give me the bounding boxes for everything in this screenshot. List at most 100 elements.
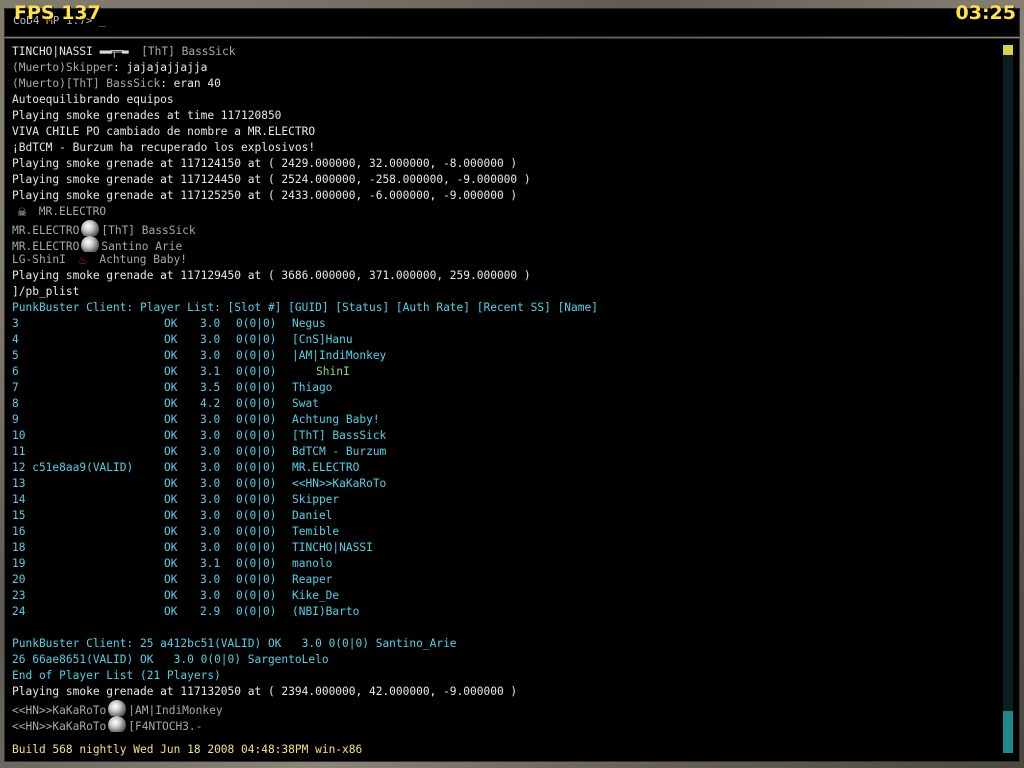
chat-line: TINCHO|NASSI ▬▬╤═▬ [ThT] BassSick [12,45,236,58]
player-name: Negus [292,317,326,330]
match-clock: 03:25 [955,2,1016,24]
player-ss: 0(0|0) [236,317,277,330]
player-ss: 0(0|0) [236,397,277,410]
player-ss: 0(0|0) [236,349,277,362]
player-row: 7 OK 3.5 0(0|0) Thiago [12,380,999,396]
player-slot: 4 [12,333,19,346]
player-status: OK [164,541,178,554]
player-slot: 16 [12,525,26,538]
log-line: Playing smoke grenades at time 117120850 [12,109,282,122]
player-status: OK [164,557,178,570]
log-line: Playing smoke grenade at 117129450 at ( … [12,269,531,282]
player-row: 8 OK 4.2 0(0|0) Swat [12,396,999,412]
player-ss: 0(0|0) [236,381,277,394]
console-scrollbar[interactable] [1003,45,1013,753]
player-slot: 24 [12,605,26,618]
player-ss: 0(0|0) [236,445,277,458]
player-row: 24 OK 2.9 0(0|0) (NBI)Barto [12,604,999,620]
player-slot: 12 c51e8aa9(VALID) [12,461,134,474]
player-name: TINCHO|NASSI [292,541,373,554]
player-rate: 3.0 [200,477,221,490]
player-status: OK [164,381,178,394]
kill-feed-line: MR.ELECTRO [ThT] BassSick [12,220,999,236]
player-slot: 19 [12,557,26,570]
player-row: 3 OK 3.0 0(0|0) Negus [12,316,999,332]
player-name: [CnS]Hanu [292,333,353,346]
player-name: BdTCM - Burzum [292,445,387,458]
player-name: [ThT] BassSick [292,429,387,442]
player-rate: 3.5 [200,381,221,394]
build-info: Build 568 nightly Wed Jun 18 2008 04:48:… [12,743,363,756]
player-slot: 5 [12,349,19,362]
rifle-icon: ▬▬╤═▬ [99,45,129,58]
player-slot: 11 [12,445,26,458]
player-rate: 3.0 [200,413,221,426]
grenade-icon [81,220,100,236]
player-ss: 0(0|0) [236,493,277,506]
player-rate: 3.0 [200,525,221,538]
player-row: 19 OK 3.1 0(0|0) manolo [12,556,999,572]
player-name: Thiago [292,381,333,394]
player-ss: 0(0|0) [236,509,277,522]
scrollbar-thumb[interactable] [1003,711,1013,753]
player-status: OK [164,413,178,426]
player-rate: 3.0 [200,445,221,458]
player-ss: 0(0|0) [236,525,277,538]
fps-counter: FPS 137 [14,2,101,24]
kill-feed-line: <<HN>>KaKaRoTo |AM|IndiMonkey [12,700,999,716]
player-rate: 3.0 [200,541,221,554]
player-name: MR.ELECTRO [292,461,360,474]
pb-line: End of Player List (21 Players) [12,669,221,682]
console-input-bar[interactable]: CoD4 MP 1.7> _ [4,8,1020,37]
player-ss: 0(0|0) [236,541,277,554]
player-row: 10 OK 3.0 0(0|0) [ThT] BassSick [12,428,999,444]
chat-line: (Muerto)[ThT] BassSick: eran 40 [12,77,221,90]
player-slot: 13 [12,477,26,490]
skull-icon: ☠ [17,204,27,220]
log-line: Playing smoke grenade at 117124150 at ( … [12,157,518,170]
player-row: 16 OK 3.0 0(0|0) Temible [12,524,999,540]
player-name: |AM|IndiMonkey [292,349,387,362]
player-slot: 6 [12,365,19,378]
player-ss: 0(0|0) [236,333,277,346]
player-status: OK [164,525,178,538]
player-slot: 7 [12,381,19,394]
log-line: VIVA CHILE PO cambiado de nombre a MR.EL… [12,125,316,138]
player-slot: 3 [12,317,19,330]
player-name: ShinI [316,365,350,378]
player-slot: 9 [12,413,19,426]
player-status: OK [164,493,178,506]
player-ss: 0(0|0) [236,557,277,570]
pb-line: PunkBuster Client: 25 a412bc51(VALID) OK… [12,637,457,650]
player-name: Skipper [292,493,340,506]
player-ss: 0(0|0) [236,413,277,426]
player-rate: 3.0 [200,317,221,330]
player-row: 15 OK 3.0 0(0|0) Daniel [12,508,999,524]
pb-line: 26 66ae8651(VALID) OK 3.0 0(0|0) Sargent… [12,653,329,666]
log-line: Playing smoke grenade at 117132050 at ( … [12,685,518,698]
player-rate: 3.0 [200,429,221,442]
player-row: 14 OK 3.0 0(0|0) Skipper [12,492,999,508]
console-panel: TINCHO|NASSI ▬▬╤═▬ [ThT] BassSick (Muert… [4,38,1020,762]
player-status: OK [164,333,178,346]
player-rate: 2.9 [200,605,221,618]
grenade-icon [108,700,127,716]
player-row: 5 OK 3.0 0(0|0) |AM|IndiMonkey [12,348,999,364]
player-status: OK [164,605,178,618]
player-status: OK [164,317,178,330]
player-name: Kike_De [292,589,340,602]
player-rate: 3.0 [200,589,221,602]
player-ss: 0(0|0) [236,573,277,586]
fire-icon: ♨ [78,252,87,268]
player-ss: 0(0|0) [236,589,277,602]
player-ss: 0(0|0) [236,365,277,378]
player-rate: 4.2 [200,397,221,410]
player-status: OK [164,573,178,586]
console-command: ]/pb_plist [12,285,80,298]
player-list: 3 OK 3.0 0(0|0) Negus 4 OK 3.0 0(0|0) [CnS]Hanu 5 O… [12,316,999,620]
player-status: OK [164,509,178,522]
log-line: Autoequilibrando equipos [12,93,174,106]
player-status: OK [164,349,178,362]
kill-feed-line: MR.ELECTRO Santino_Arie [12,236,999,252]
